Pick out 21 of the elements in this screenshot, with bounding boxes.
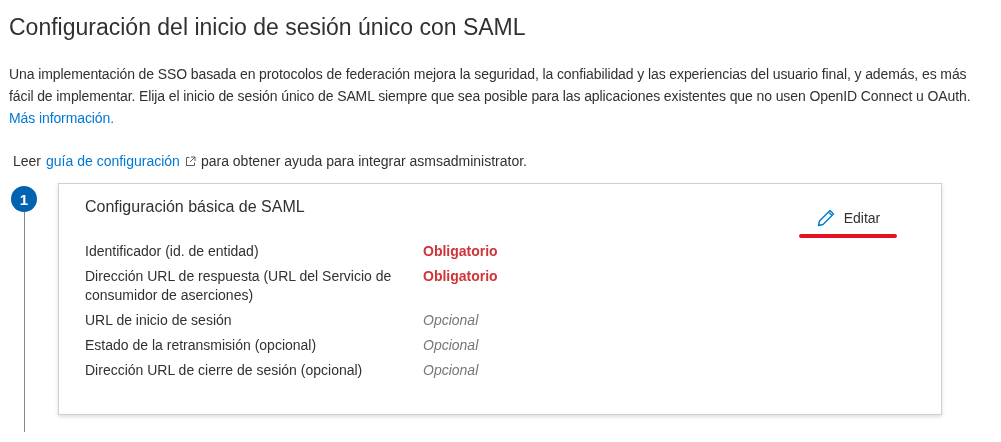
card-title: Configuración básica de SAML [85, 198, 305, 217]
guide-text: para obtener ayuda para integrar asmsadministrator. [200, 153, 527, 169]
field-label: Estado de la retransmisión (opcional) [85, 336, 318, 355]
guide-text: Leer [13, 153, 42, 169]
field-status: Opcional [423, 311, 480, 330]
more-info-link[interactable]: Más información. [9, 110, 114, 126]
pencil-icon [815, 208, 836, 228]
field-label: URL de inicio de sesión [85, 311, 233, 330]
step-number: 1 [11, 186, 37, 212]
intro-paragraph: Una implementación de SSO basada en protocolos de federación mejora la seguridad, la confiabilidad y las experiencias del usuario final, y además, es más fácil de implementar. Elija el inicio de sesión único de SAML siempre que sea posible para las aplicaciones existentes que no usen OpenID Connect u OAuth. Más información. [9, 65, 972, 128]
field-status: Opcional [423, 336, 480, 355]
external-link-icon [184, 155, 196, 167]
field-label: Dirección URL de cierre de sesión (opcional) [85, 361, 364, 380]
page-title: Configuración del inicio de sesión único con SAML [9, 14, 527, 41]
edit-button[interactable]: Editar [809, 208, 887, 228]
field-label: Identificador (id. de entidad) [85, 242, 260, 261]
field-status: Opcional [423, 361, 480, 380]
field-status: Obligatorio [423, 242, 499, 261]
field-status: Obligatorio [423, 267, 499, 286]
field-label: Dirección URL de respuesta (URL del Servicio de consumidor de aserciones) [85, 267, 393, 305]
guide-link[interactable]: guía de configuración [46, 153, 180, 169]
